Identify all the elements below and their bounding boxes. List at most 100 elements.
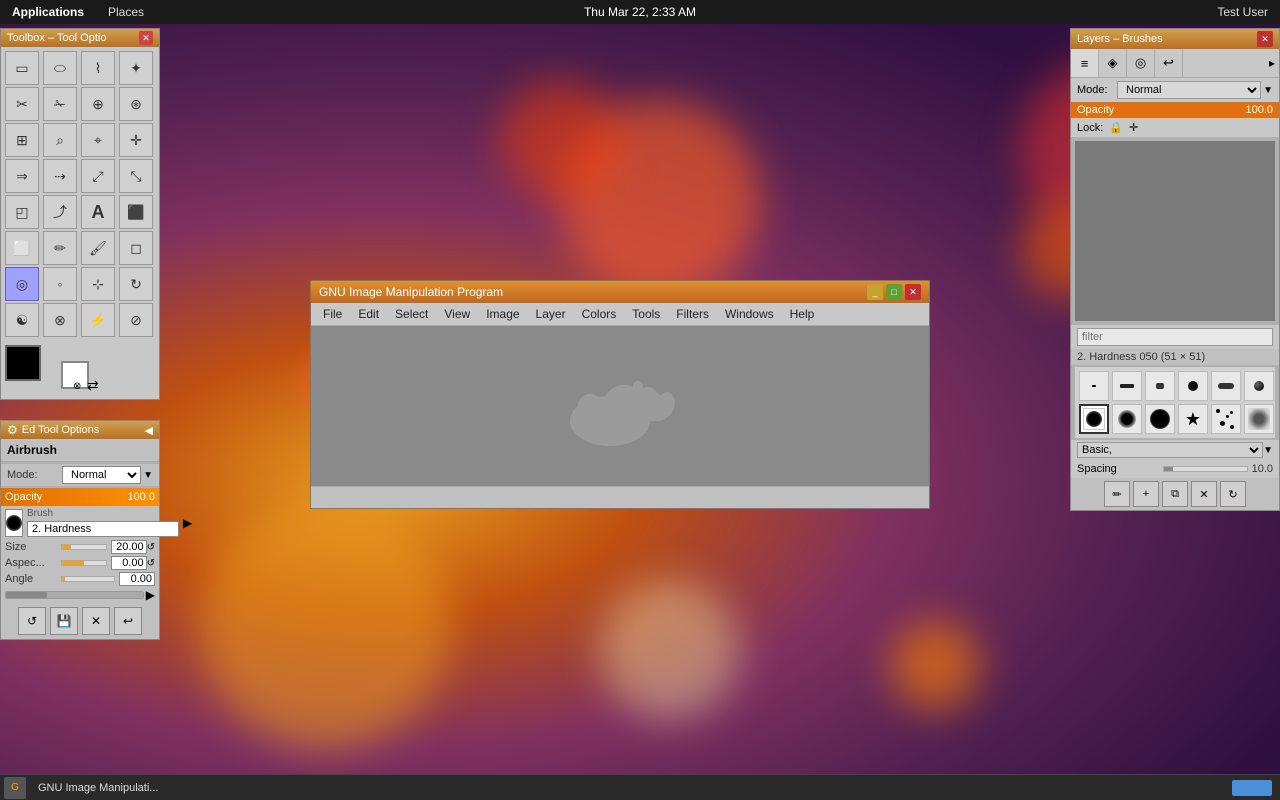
airbrush-tool[interactable]: ◎ — [5, 267, 39, 301]
brush-preview[interactable] — [5, 509, 23, 537]
edit-menu[interactable]: Edit — [350, 305, 387, 323]
burn-tool[interactable]: ⊘ — [119, 303, 153, 337]
text-tool[interactable]: A — [81, 195, 115, 229]
places-menu[interactable]: Places — [96, 5, 156, 19]
clone-tool[interactable]: ↻ — [119, 267, 153, 301]
brush-options-icon[interactable]: ▶ — [183, 516, 192, 530]
flip-tool[interactable]: ⤴ — [43, 195, 77, 229]
size-value[interactable] — [111, 540, 147, 554]
rect-select-tool[interactable]: ▭ — [5, 51, 39, 85]
delete-brush-button[interactable]: ✕ — [1191, 481, 1217, 507]
refresh-brush-button[interactable]: ↻ — [1220, 481, 1246, 507]
image-menu[interactable]: Image — [478, 305, 527, 323]
load-preset-button[interactable]: ↩ — [114, 607, 142, 635]
crop-tool[interactable]: ⇒ — [5, 159, 39, 193]
brush-cell-9[interactable] — [1145, 404, 1175, 434]
angle-slider[interactable] — [61, 576, 115, 582]
dodge-tool[interactable]: ⚡ — [81, 303, 115, 337]
brush-cell-8[interactable] — [1112, 404, 1142, 434]
fuzzy-select-tool[interactable]: ✦ — [119, 51, 153, 85]
reset-colors-icon[interactable]: ⊗ — [73, 381, 81, 392]
ellipse-select-tool[interactable]: ⬭ — [43, 51, 77, 85]
swap-colors-icon[interactable]: ⇄ — [87, 377, 99, 394]
foreground-color[interactable] — [5, 345, 41, 381]
align-tool[interactable]: ✛ — [119, 123, 153, 157]
taskbar-app-icon[interactable]: G — [4, 777, 26, 799]
gimp-canvas[interactable] — [311, 326, 929, 486]
heal-tool[interactable]: ⊹ — [81, 267, 115, 301]
options-scroll-right[interactable]: ▶ — [146, 588, 155, 602]
layers-tab-paths[interactable]: ◎ — [1127, 49, 1155, 77]
brush-cell-6[interactable] — [1244, 371, 1274, 401]
minimize-button[interactable]: _ — [867, 284, 883, 300]
size-reset-icon[interactable]: ↺ — [147, 542, 155, 553]
brush-cell-2[interactable] — [1112, 371, 1142, 401]
save-preset-button[interactable]: 💾 — [50, 607, 78, 635]
new-brush-button[interactable]: + — [1133, 481, 1159, 507]
smudge-tool[interactable]: ☯ — [5, 303, 39, 337]
foreground-select-tool[interactable]: ✁ — [43, 87, 77, 121]
taskbar-label[interactable]: GNU Image Manipulati... — [30, 782, 166, 794]
file-menu[interactable]: File — [315, 305, 350, 323]
layers-tab-undo[interactable]: ↩ — [1155, 49, 1183, 77]
view-menu[interactable]: View — [436, 305, 478, 323]
options-scrollbar[interactable]: ▶ — [1, 587, 159, 603]
restore-defaults-button[interactable]: ↺ — [18, 607, 46, 635]
perspective-tool[interactable]: ◰ — [5, 195, 39, 229]
mode-dropdown-icon[interactable]: ▼ — [1263, 85, 1273, 96]
paintbrush-tool[interactable]: 🖌 — [81, 231, 115, 265]
layer-menu[interactable]: Layer — [528, 305, 574, 323]
layers-tab-extra[interactable]: ▸ — [1265, 56, 1279, 70]
brush-cell-4[interactable] — [1178, 371, 1208, 401]
size-slider[interactable] — [61, 544, 107, 550]
eraser-tool[interactable]: ◻ — [119, 231, 153, 265]
shear-tool[interactable]: ⤡ — [119, 159, 153, 193]
blend-tool[interactable]: ⬜ — [5, 231, 39, 265]
brush-filter-input[interactable] — [1077, 328, 1273, 346]
presets-dropdown-icon[interactable]: ▼ — [1263, 445, 1273, 456]
close-button[interactable]: ✕ — [905, 284, 921, 300]
select-menu[interactable]: Select — [387, 305, 436, 323]
aspect-reset-icon[interactable]: ↺ — [147, 558, 155, 569]
maximize-button[interactable]: □ — [886, 284, 902, 300]
angle-value[interactable] — [119, 572, 155, 586]
pencil-tool[interactable]: ✏ — [43, 231, 77, 265]
brush-cell-7[interactable] — [1079, 404, 1109, 434]
opacity-bar[interactable]: Opacity 100.0 — [1, 488, 159, 506]
measure-tool[interactable]: ⌖ — [81, 123, 115, 157]
tools-menu[interactable]: Tools — [624, 305, 668, 323]
brush-cell-11[interactable] — [1244, 404, 1274, 434]
delete-preset-button[interactable]: ✕ — [82, 607, 110, 635]
windows-menu[interactable]: Windows — [717, 305, 782, 323]
brush-cell-10[interactable] — [1211, 404, 1241, 434]
brush-presets-select[interactable]: Basic, — [1077, 442, 1263, 458]
filters-menu[interactable]: Filters — [668, 305, 717, 323]
layers-opacity-row[interactable]: Opacity 100.0 — [1071, 102, 1279, 118]
free-select-tool[interactable]: ⌇ — [81, 51, 115, 85]
duplicate-brush-button[interactable]: ⧉ — [1162, 481, 1188, 507]
mode-select[interactable]: Normal — [62, 466, 141, 484]
convolve-tool[interactable]: ⊗ — [43, 303, 77, 337]
applications-menu[interactable]: Applications — [0, 5, 96, 19]
bucket-fill-tool[interactable]: ⬛ — [119, 195, 153, 229]
color-picker-tool[interactable]: ⊛ — [119, 87, 153, 121]
edit-brush-button[interactable]: ✏ — [1104, 481, 1130, 507]
layers-tab-layers[interactable]: ≡ — [1071, 49, 1099, 77]
spacing-slider[interactable] — [1163, 466, 1247, 472]
tool-options-collapse[interactable]: ◀ — [145, 424, 153, 437]
colors-menu[interactable]: Colors — [574, 305, 625, 323]
aspect-slider[interactable] — [61, 560, 107, 566]
lock-position-icon[interactable]: ✛ — [1129, 121, 1138, 134]
move-tool[interactable]: ⊞ — [5, 123, 39, 157]
mode-menu-icon[interactable]: ▼ — [143, 470, 153, 481]
brush-cell-5[interactable] — [1211, 371, 1241, 401]
zoom-tool[interactable]: ⌕ — [43, 123, 77, 157]
scale-tool[interactable]: ⤢ — [81, 159, 115, 193]
brush-cell-3[interactable] — [1145, 371, 1175, 401]
rotate-tool[interactable]: ⇢ — [43, 159, 77, 193]
paths-tool[interactable]: ⊕ — [81, 87, 115, 121]
layers-tab-channels[interactable]: ◈ — [1099, 49, 1127, 77]
toolbox-close-button[interactable]: ✕ — [139, 31, 153, 45]
brush-cell-1[interactable] — [1079, 371, 1109, 401]
help-menu[interactable]: Help — [782, 305, 823, 323]
